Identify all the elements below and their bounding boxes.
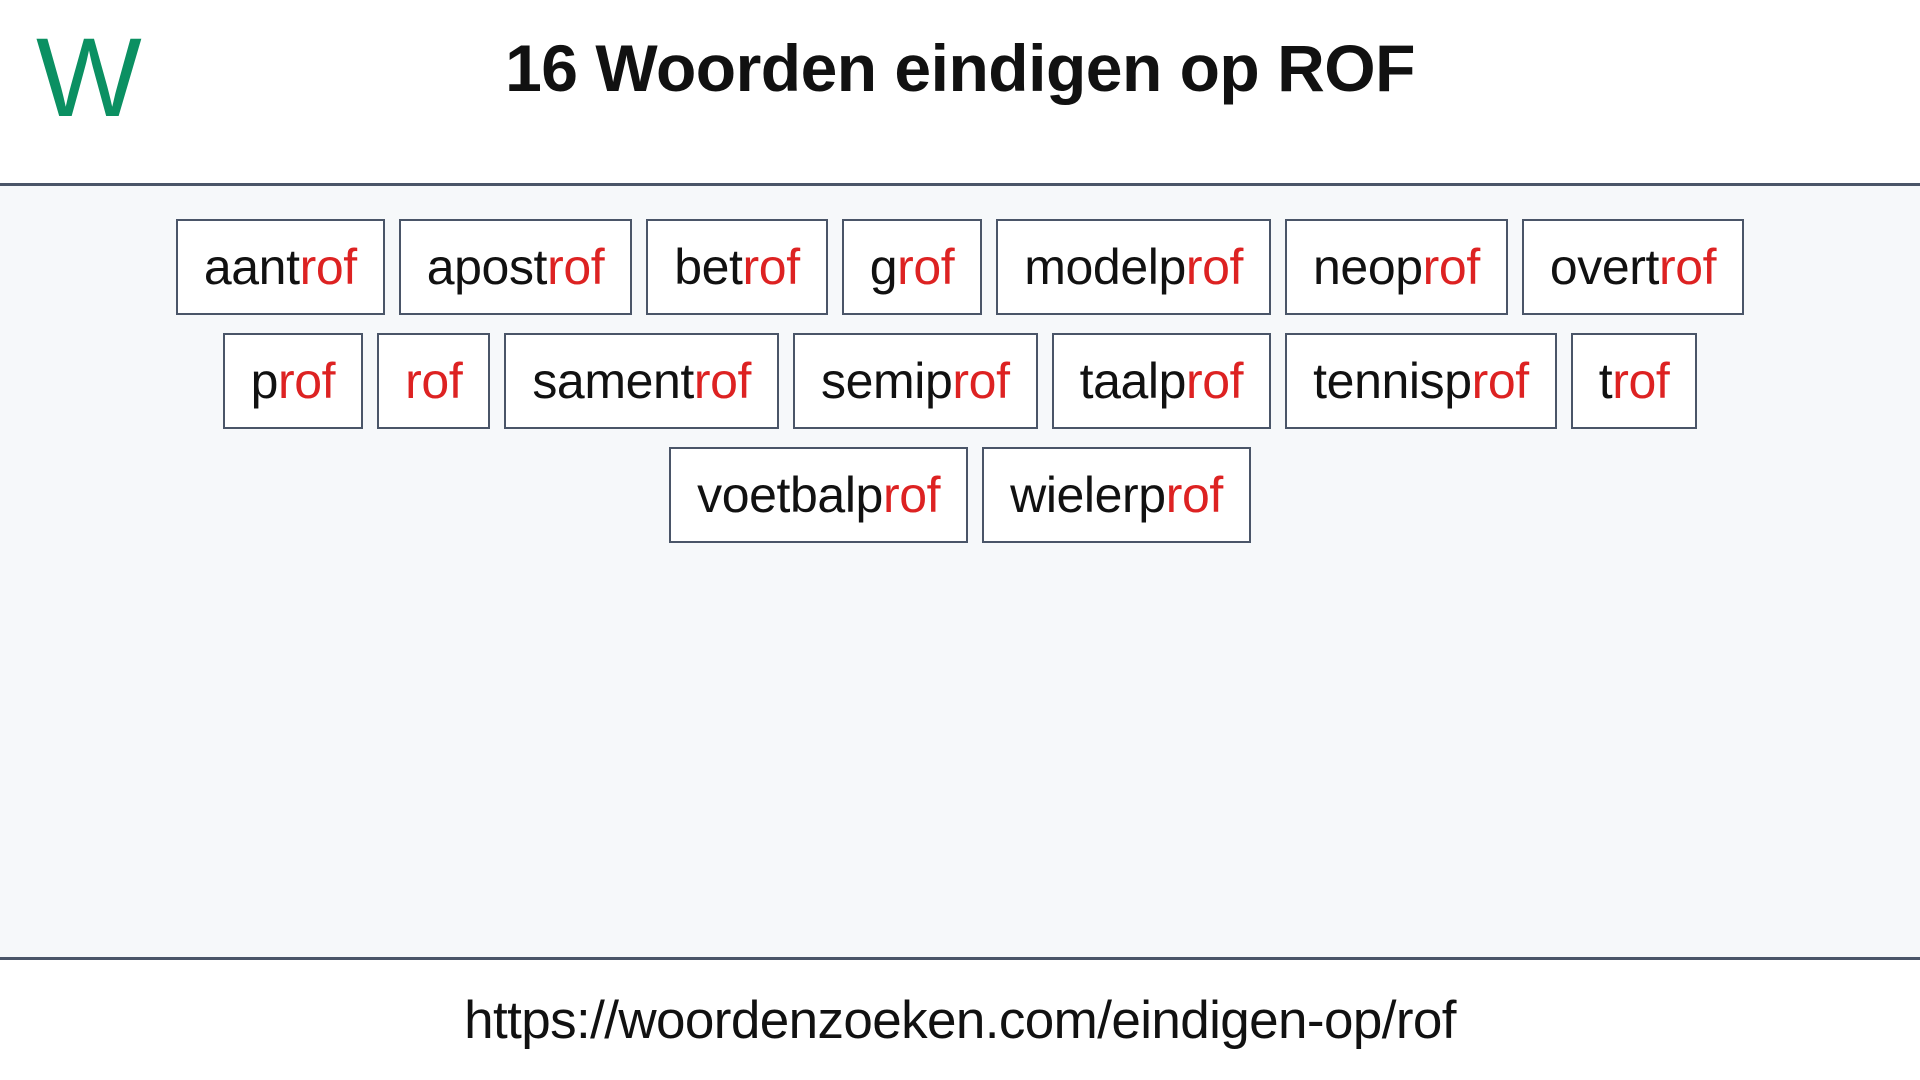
word-text: modelprof: [1024, 242, 1243, 292]
page-footer: https://woordenzoeken.com/eindigen-op/ro…: [0, 960, 1920, 1080]
word-box[interactable]: rof: [377, 333, 491, 429]
word-suffix: rof: [882, 467, 941, 523]
word-suffix: rof: [1185, 239, 1244, 295]
word-box[interactable]: semiprof: [793, 333, 1038, 429]
word-suffix: rof: [897, 239, 955, 295]
word-text: wielerprof: [1010, 470, 1223, 520]
page-header: W 16 Woorden eindigen op ROF: [0, 0, 1920, 186]
word-prefix: modelp: [1024, 239, 1186, 295]
word-box[interactable]: tennisprof: [1285, 333, 1557, 429]
word-row: aantrof apostrof betrof grof modelprof neopro…: [0, 219, 1920, 315]
word-prefix: taalp: [1079, 353, 1187, 409]
word-prefix: bet: [674, 239, 743, 295]
word-suffix: rof: [1422, 239, 1481, 295]
word-prefix: neop: [1313, 239, 1423, 295]
word-prefix: aant: [203, 239, 300, 295]
word-text: neoprof: [1313, 242, 1480, 292]
word-suffix: rof: [1165, 467, 1224, 523]
word-suffix: rof: [547, 239, 605, 295]
word-text: trof: [1599, 356, 1670, 406]
page-root: W 16 Woorden eindigen op ROF aantrof apos…: [0, 0, 1920, 1080]
word-box[interactable]: wielerprof: [982, 447, 1251, 543]
word-suffix: rof: [693, 353, 752, 409]
word-box[interactable]: aantrof: [175, 219, 385, 315]
word-text: betrof: [674, 239, 801, 295]
word-suffix: rof: [299, 239, 358, 295]
word-suffix: rof: [278, 353, 336, 409]
word-text: aantrof: [204, 242, 357, 292]
word-prefix: sament: [532, 353, 694, 409]
word-text: rof: [405, 353, 463, 409]
word-text: prof: [251, 356, 336, 406]
page-title: 16 Woorden eindigen op ROF: [505, 31, 1415, 105]
footer-source-url: https://woordenzoeken.com/eindigen-op/ro…: [464, 990, 1456, 1050]
word-text: overtrof: [1549, 239, 1717, 295]
word-prefix: t: [1598, 353, 1613, 409]
word-suffix: rof: [1612, 353, 1670, 409]
word-text: voetbalprof: [697, 470, 940, 520]
word-prefix: voetbalp: [697, 467, 883, 523]
word-suffix: rof: [1471, 353, 1530, 409]
word-prefix: semip: [821, 353, 953, 409]
word-prefix: overt: [1549, 239, 1660, 295]
word-box[interactable]: apostrof: [398, 219, 633, 315]
word-rows-container: aantrof apostrof betrof grof modelprof neopro…: [0, 219, 1920, 543]
word-suffix: rof: [1186, 353, 1244, 409]
word-text: semiprof: [821, 356, 1010, 406]
word-box[interactable]: overtrof: [1521, 219, 1745, 315]
word-box[interactable]: grof: [841, 219, 983, 315]
word-prefix: tennisp: [1313, 353, 1472, 409]
word-row: voetbalprof wielerprof: [0, 447, 1920, 543]
word-suffix: rof: [1658, 239, 1717, 295]
word-text: grof: [870, 242, 955, 292]
word-box[interactable]: taalprof: [1051, 333, 1272, 429]
word-prefix: g: [869, 239, 898, 295]
word-box[interactable]: prof: [222, 333, 364, 429]
word-prefix: apost: [426, 239, 548, 295]
word-list-area: aantrof apostrof betrof grof modelprof neopro…: [0, 186, 1920, 960]
word-box[interactable]: trof: [1570, 333, 1698, 429]
word-suffix: rof: [952, 353, 1010, 409]
word-box[interactable]: voetbalprof: [669, 447, 969, 543]
word-box[interactable]: samentrof: [504, 333, 780, 429]
word-suffix: rof: [742, 239, 801, 295]
word-box[interactable]: neoprof: [1285, 219, 1508, 315]
word-suffix: rof: [405, 353, 463, 409]
word-prefix: p: [250, 353, 279, 409]
word-text: apostrof: [426, 239, 605, 295]
word-row: prof rof samentrof semiprof taalprof tennispr…: [0, 333, 1920, 429]
word-text: samentrof: [532, 356, 751, 406]
word-text: taalprof: [1080, 356, 1244, 406]
word-box[interactable]: betrof: [646, 219, 828, 315]
word-box[interactable]: modelprof: [996, 219, 1272, 315]
word-prefix: wielerp: [1010, 467, 1166, 523]
word-text: tennisprof: [1313, 356, 1529, 406]
